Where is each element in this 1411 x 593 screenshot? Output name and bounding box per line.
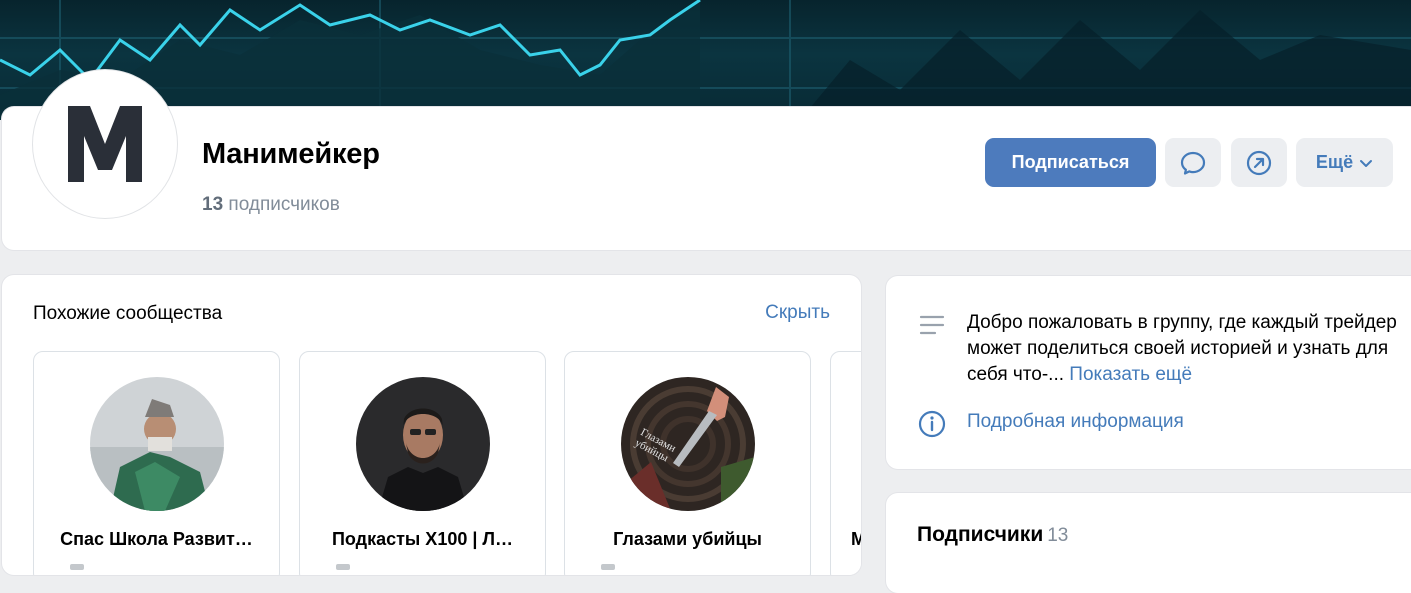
page-title: Манимейкер bbox=[202, 138, 380, 170]
subscribe-button[interactable]: Подписаться bbox=[985, 138, 1156, 187]
similar-community-card[interactable]: Глазами убийцы Глазами убийцы bbox=[564, 351, 811, 575]
community-name[interactable]: М bbox=[851, 529, 861, 550]
message-button[interactable] bbox=[1165, 138, 1221, 187]
subscribers-label: подписчиков bbox=[228, 194, 340, 215]
similar-community-card[interactable]: Спас Школа Развит… bbox=[33, 351, 280, 575]
community-name[interactable]: Глазами убийцы bbox=[575, 529, 800, 550]
community-avatar[interactable] bbox=[33, 70, 177, 218]
more-label: Ещё bbox=[1315, 152, 1354, 172]
subscribers-block-count: 13 bbox=[1047, 525, 1069, 546]
community-name[interactable]: Подкасты X100 | Л… bbox=[310, 529, 535, 550]
subscribers-count[interactable]: 13 подписчиков bbox=[202, 194, 340, 216]
community-name[interactable]: Спас Школа Развит… bbox=[44, 529, 269, 550]
community-photo[interactable]: Глазами убийцы bbox=[621, 377, 755, 511]
subscribers-block: Подписчики 13 bbox=[886, 493, 1411, 593]
share-button[interactable] bbox=[1231, 138, 1287, 187]
share-arrow-icon bbox=[1246, 150, 1272, 175]
description-lines-icon bbox=[919, 315, 945, 335]
more-button[interactable]: Ещё bbox=[1296, 138, 1393, 187]
community-description: Добро пожаловать в группу, где каждый тр… bbox=[967, 310, 1397, 388]
info-circle-icon bbox=[918, 410, 946, 438]
subscribers-number: 13 bbox=[202, 194, 224, 215]
similar-community-card[interactable]: М bbox=[830, 351, 861, 575]
cover-image bbox=[0, 0, 1411, 120]
community-photo[interactable] bbox=[90, 377, 224, 511]
show-more-link[interactable]: Показать ещё bbox=[1069, 364, 1192, 385]
subscribers-block-title[interactable]: Подписчики 13 bbox=[917, 523, 1068, 547]
subscribers-title-text: Подписчики bbox=[917, 523, 1044, 546]
community-info-block: Добро пожаловать в группу, где каждый тр… bbox=[886, 276, 1411, 469]
hide-similar-link[interactable]: Скрыть bbox=[765, 302, 830, 324]
chevron-down-icon bbox=[1360, 159, 1373, 167]
m-logo-icon bbox=[68, 106, 142, 182]
similar-community-card[interactable]: Подкасты X100 | Л… bbox=[299, 351, 546, 575]
similar-communities-block: Похожие сообщества Скрыть Спас Школа Раз… bbox=[2, 275, 861, 575]
similar-communities-title: Похожие сообщества bbox=[33, 303, 223, 324]
message-bubble-icon bbox=[1180, 151, 1206, 175]
community-photo[interactable] bbox=[356, 377, 490, 511]
detailed-info-link[interactable]: Подробная информация bbox=[967, 411, 1184, 433]
